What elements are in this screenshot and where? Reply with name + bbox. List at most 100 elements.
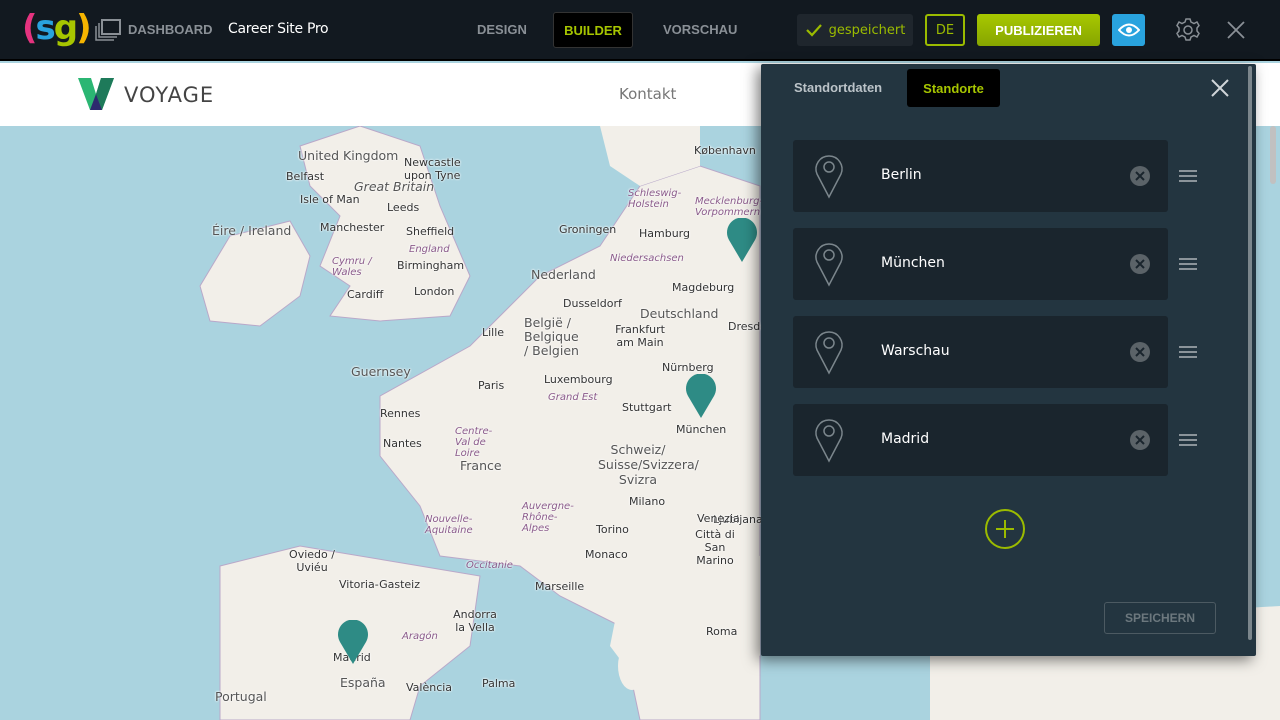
gear-icon[interactable] bbox=[1175, 17, 1201, 43]
map-label: København bbox=[694, 144, 756, 157]
drag-handle-icon[interactable] bbox=[1179, 255, 1197, 273]
tab-standorte[interactable]: Standorte bbox=[907, 69, 1000, 107]
map-label: Oviedo / Uviéu bbox=[289, 548, 335, 574]
close-icon bbox=[1135, 435, 1145, 445]
map-label: Nürnberg bbox=[662, 361, 714, 374]
map-label: Cymru / Wales bbox=[332, 256, 372, 278]
map-label: Andorra la Vella bbox=[453, 608, 497, 634]
dashboard-link[interactable]: DASHBOARD bbox=[128, 22, 213, 37]
map-label: Monaco bbox=[585, 548, 628, 561]
location-name[interactable]: Madrid bbox=[881, 431, 929, 447]
map-label: València bbox=[406, 681, 453, 694]
map-label: Dusseldorf bbox=[563, 297, 622, 310]
tab-vorschau[interactable]: VORSCHAU bbox=[663, 22, 737, 37]
publish-button[interactable]: PUBLIZIEREN bbox=[977, 14, 1100, 46]
map-label: Cardiff bbox=[347, 288, 384, 301]
remove-location-button[interactable] bbox=[1130, 254, 1150, 274]
saved-label: gespeichert bbox=[828, 22, 906, 38]
language-button[interactable]: DE bbox=[925, 14, 965, 46]
map-label: Lille bbox=[482, 326, 505, 339]
site-title: Career Site Pro bbox=[228, 21, 329, 37]
map-label: Stuttgart bbox=[622, 401, 672, 414]
saved-status: gespeichert bbox=[797, 14, 913, 46]
map-label: France bbox=[460, 458, 502, 473]
map-label: Belfast bbox=[286, 170, 325, 183]
close-icon[interactable] bbox=[1210, 78, 1230, 98]
location-name[interactable]: Berlin bbox=[881, 167, 922, 183]
sg-logo[interactable]: (sg) bbox=[22, 8, 92, 48]
map-label: Groningen bbox=[559, 223, 617, 236]
remove-location-button[interactable] bbox=[1130, 166, 1150, 186]
map-label: Aragón bbox=[402, 631, 438, 642]
map-label: Rennes bbox=[380, 407, 421, 420]
preview-button[interactable] bbox=[1112, 14, 1145, 46]
map-label: London bbox=[414, 285, 455, 298]
map-label: Occitanie bbox=[466, 560, 513, 571]
close-icon bbox=[1135, 347, 1145, 357]
add-location-button[interactable] bbox=[985, 509, 1025, 549]
map-label: Centre-Val de Loire bbox=[455, 426, 493, 459]
panel-scrollbar[interactable] bbox=[1248, 66, 1252, 640]
nav-kontakt[interactable]: Kontakt bbox=[619, 85, 676, 103]
page-scrollbar[interactable] bbox=[1270, 126, 1276, 184]
close-icon bbox=[1135, 171, 1145, 181]
eye-icon bbox=[1117, 23, 1140, 37]
map-label: Guernsey bbox=[351, 364, 411, 379]
drag-handle-icon[interactable] bbox=[1179, 343, 1197, 361]
drag-handle-icon[interactable] bbox=[1179, 167, 1197, 185]
map-label: Vitoria-Gasteiz bbox=[339, 578, 420, 591]
check-icon bbox=[805, 24, 822, 37]
location-item[interactable]: Berlin bbox=[793, 140, 1168, 212]
map-label: München bbox=[676, 423, 727, 436]
map-label: Magdeburg bbox=[672, 281, 735, 294]
close-icon[interactable] bbox=[1226, 20, 1246, 40]
map-label: Nederland bbox=[531, 267, 596, 282]
map-pin-madrid[interactable] bbox=[338, 620, 368, 664]
map-label: Nantes bbox=[383, 437, 422, 450]
location-name[interactable]: München bbox=[881, 255, 945, 271]
top-bar: (sg) DASHBOARD Career Site Pro DESIGN BU… bbox=[0, 0, 1280, 61]
location-pin-icon bbox=[815, 419, 843, 463]
map-label: Mecklenburg-Vorpommern bbox=[695, 196, 764, 218]
map-label: Palma bbox=[482, 677, 516, 690]
map-label: Nouvelle-Aquitaine bbox=[425, 514, 473, 536]
map-label: België / Belgique / Belgien bbox=[524, 315, 579, 358]
map-label: Portugal bbox=[215, 689, 267, 704]
map-label: Marseille bbox=[535, 580, 585, 593]
map-label: England bbox=[409, 244, 450, 255]
tab-standortdaten[interactable]: Standortdaten bbox=[794, 80, 882, 95]
map-pin-muenchen[interactable] bbox=[686, 374, 716, 418]
map-label: Città di San Marino bbox=[695, 528, 735, 567]
voyage-logo-icon[interactable] bbox=[78, 78, 114, 110]
location-pin-icon bbox=[815, 331, 843, 375]
tab-builder[interactable]: BUILDER bbox=[553, 12, 633, 48]
map-label: Hamburg bbox=[639, 227, 690, 240]
map-pin-berlin[interactable] bbox=[727, 218, 757, 262]
location-item[interactable]: Madrid bbox=[793, 404, 1168, 476]
dashboard-icon[interactable] bbox=[95, 19, 121, 41]
map-label: Schweiz/ Suisse/Svizzera/ Svizra bbox=[598, 442, 699, 487]
locations-panel: Standortdaten Standorte Berlin München W… bbox=[761, 64, 1256, 656]
map-label: Venezia bbox=[697, 512, 740, 525]
remove-location-button[interactable] bbox=[1130, 430, 1150, 450]
map-label: Great Britain bbox=[354, 179, 435, 194]
map-label: Birmingham bbox=[397, 259, 465, 272]
location-item[interactable]: Warschau bbox=[793, 316, 1168, 388]
map-label: Frankfurt am Main bbox=[615, 323, 665, 349]
brand-name[interactable]: VOYAGE bbox=[124, 83, 214, 107]
location-item[interactable]: München bbox=[793, 228, 1168, 300]
map-label: Leeds bbox=[387, 201, 420, 214]
location-name[interactable]: Warschau bbox=[881, 343, 950, 359]
map-label: Paris bbox=[478, 379, 505, 392]
map-label: España bbox=[340, 675, 386, 690]
save-button[interactable]: SPEICHERN bbox=[1104, 602, 1216, 634]
plus-icon bbox=[996, 520, 1014, 538]
tab-design[interactable]: DESIGN bbox=[477, 22, 527, 37]
map-label: Luxembourg bbox=[544, 373, 613, 386]
map-label: Deutschland bbox=[640, 306, 719, 321]
close-icon bbox=[1135, 259, 1145, 269]
remove-location-button[interactable] bbox=[1130, 342, 1150, 362]
drag-handle-icon[interactable] bbox=[1179, 431, 1197, 449]
map-label: United Kingdom bbox=[298, 148, 399, 163]
map-label: Schleswig-Holstein bbox=[628, 188, 682, 210]
